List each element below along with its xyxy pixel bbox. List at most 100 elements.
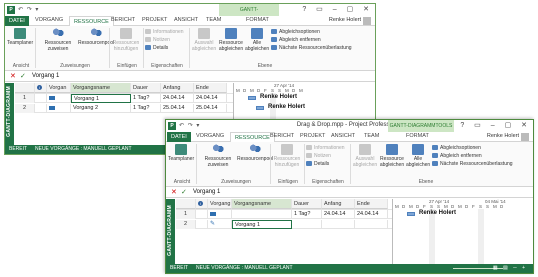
finish-cell[interactable]: 24.04.14 xyxy=(194,94,227,103)
task-name-cell[interactable]: Vorgang 2 xyxy=(71,104,131,113)
tab-datei[interactable]: DATEI xyxy=(167,132,191,142)
tab-format[interactable]: FORMAT xyxy=(246,17,269,23)
duration-cell[interactable]: 1 Tag? xyxy=(131,94,161,103)
info-column-header[interactable]: i xyxy=(196,199,208,209)
ressource-abgleichen-button[interactable]: Ressource abgleichen xyxy=(378,144,406,168)
select-all-cell[interactable] xyxy=(15,83,35,93)
table-row[interactable]: 1 Vorgang 1 1 Tag? 24.04.14 24.04.14 xyxy=(15,94,240,103)
abgleich-entfernen-button[interactable]: Abgleich entfernen xyxy=(432,153,482,160)
abgleichsoptionen-button[interactable]: Abgleichsoptionen xyxy=(271,29,320,36)
column-header-name[interactable]: Vorgangsname xyxy=(71,83,131,93)
duration-cell[interactable] xyxy=(292,220,322,229)
column-header-modus[interactable]: Vorgang xyxy=(208,199,232,209)
gantt-task-bar[interactable] xyxy=(256,106,264,110)
cancel-entry-icon[interactable]: ✕ xyxy=(171,188,177,196)
quick-access-toolbar[interactable]: ↶ ↷ ▾ xyxy=(18,6,39,13)
auswahl-abgleichen-button[interactable]: Auswahl abgleichen xyxy=(191,28,217,52)
duration-cell[interactable]: 1 Tag? xyxy=(131,104,161,113)
tab-datei[interactable]: DATEI xyxy=(5,16,29,26)
view-bar[interactable]: GANTT-DIAGRAMM xyxy=(5,83,14,145)
table-row[interactable]: 2 ✎ Vorgang 1 xyxy=(176,220,398,229)
task-mode-cell[interactable] xyxy=(47,94,71,103)
teamplaner-button[interactable]: Teamplaner xyxy=(168,144,194,162)
ressourcen-zuweisen-button[interactable]: Ressourcen zuweisen xyxy=(38,28,78,52)
avatar[interactable] xyxy=(521,133,529,141)
tab-vorgang[interactable]: VORGANG xyxy=(196,133,224,139)
tab-ansicht[interactable]: ANSICHT xyxy=(331,133,355,139)
gantt-chart[interactable]: 27 Apr '14 04 Mai '14 M D M D F S S M D … xyxy=(392,199,533,266)
table-row[interactable]: 2 Vorgang 2 1 Tag? 25.04.14 25.04.14 xyxy=(15,104,240,113)
gantt-task-bar[interactable] xyxy=(248,96,256,100)
column-header-dauer[interactable]: Dauer xyxy=(131,83,161,93)
finish-cell[interactable]: 25.04.14 xyxy=(194,104,227,113)
tab-team[interactable]: TEAM xyxy=(206,17,221,23)
row-number[interactable]: 2 xyxy=(15,104,35,113)
tab-bericht[interactable]: BERICHT xyxy=(111,17,135,23)
abgleich-entfernen-button[interactable]: Abgleich entfernen xyxy=(271,37,321,44)
column-header-ende[interactable]: Ende xyxy=(194,83,227,93)
row-number[interactable]: 1 xyxy=(176,210,196,219)
view-shortcuts[interactable]: ▦ ▤ ─ + xyxy=(493,264,527,273)
column-header-name[interactable]: Vorgangsname xyxy=(232,199,292,209)
task-mode-cell[interactable]: ✎ xyxy=(208,220,232,229)
details-button[interactable]: Details xyxy=(306,161,329,168)
confirm-entry-icon[interactable]: ✓ xyxy=(181,188,187,196)
start-cell[interactable]: 24.04.14 xyxy=(322,210,355,219)
task-name-cell[interactable]: Vorgang 1 xyxy=(232,220,292,229)
alle-abgleichen-button[interactable]: Alle abgleichen xyxy=(406,144,430,168)
entry-field[interactable]: Vorgang 1 xyxy=(193,189,220,195)
auswahl-abgleichen-button[interactable]: Auswahl abgleichen xyxy=(352,144,378,168)
view-bar[interactable]: GANTT-DIAGRAMM xyxy=(166,199,175,264)
row-number[interactable]: 1 xyxy=(15,94,35,103)
task-name-cell[interactable]: Vorgang 1 xyxy=(71,94,131,103)
tab-bericht[interactable]: BERICHT xyxy=(270,133,294,139)
informationen-button[interactable]: Informationen xyxy=(145,29,184,36)
task-mode-cell[interactable] xyxy=(208,210,232,219)
notizen-button[interactable]: Notizen xyxy=(306,153,331,160)
status-task-mode[interactable]: NEUE VORGÄNGE : MANUELL GEPLANT xyxy=(196,264,293,273)
table-row[interactable]: 1 1 Tag? 24.04.14 24.04.14 xyxy=(176,210,398,219)
informationen-button[interactable]: Informationen xyxy=(306,145,345,152)
entry-field[interactable]: Vorgang 1 xyxy=(32,73,59,79)
finish-cell[interactable] xyxy=(355,220,388,229)
ressourcen-hinzufuegen-button[interactable]: Ressourcen hinzufügen xyxy=(111,28,141,52)
gantt-task-bar[interactable] xyxy=(407,212,415,216)
tab-vorgang[interactable]: VORGANG xyxy=(35,17,63,23)
user-name[interactable]: Renke Holert xyxy=(487,133,519,139)
abgleichsoptionen-button[interactable]: Abgleichsoptionen xyxy=(432,145,481,152)
status-task-mode[interactable]: NEUE VORGÄNGE : MANUELL GEPLANT xyxy=(35,145,132,154)
column-header-anfang[interactable]: Anfang xyxy=(161,83,194,93)
naechste-ueberlastung-button[interactable]: Nächste Ressourcenüberlastung xyxy=(271,45,352,52)
task-mode-cell[interactable] xyxy=(47,104,71,113)
info-column-header[interactable]: i xyxy=(35,83,47,93)
start-cell[interactable]: 24.04.14 xyxy=(161,94,194,103)
tab-projekt[interactable]: PROJEKT xyxy=(300,133,325,139)
finish-cell[interactable]: 24.04.14 xyxy=(355,210,388,219)
column-header-anfang[interactable]: Anfang xyxy=(322,199,355,209)
tab-format[interactable]: FORMAT xyxy=(406,133,429,139)
avatar[interactable] xyxy=(363,17,371,25)
user-name[interactable]: Renke Holert xyxy=(329,17,361,23)
alle-abgleichen-button[interactable]: Alle abgleichen xyxy=(245,28,269,52)
teamplaner-button[interactable]: Teamplaner xyxy=(7,28,33,46)
window-controls[interactable]: ? ▭ – ▢ ✕ xyxy=(302,5,373,13)
ressource-abgleichen-button[interactable]: Ressource abgleichen xyxy=(217,28,245,52)
column-header-modus[interactable]: Vorgan xyxy=(47,83,71,93)
row-number[interactable]: 2 xyxy=(176,220,196,229)
confirm-entry-icon[interactable]: ✓ xyxy=(20,72,26,80)
column-header-ende[interactable]: Ende xyxy=(355,199,388,209)
start-cell[interactable] xyxy=(322,220,355,229)
duration-cell[interactable]: 1 Tag? xyxy=(292,210,322,219)
column-header-dauer[interactable]: Dauer xyxy=(292,199,322,209)
ressourcen-hinzufuegen-button[interactable]: Ressourcen hinzufügen xyxy=(272,144,302,168)
ressourcenpool-button[interactable]: Ressourcenpool xyxy=(237,144,273,162)
naechste-ueberlastung-button[interactable]: Nächste Ressourcenüberlastung xyxy=(432,161,513,168)
task-name-cell[interactable] xyxy=(232,210,292,219)
start-cell[interactable]: 25.04.14 xyxy=(161,104,194,113)
tab-team[interactable]: TEAM xyxy=(364,133,379,139)
tab-projekt[interactable]: PROJEKT xyxy=(142,17,167,23)
ressourcen-zuweisen-button[interactable]: Ressourcen zuweisen xyxy=(199,144,237,168)
details-button[interactable]: Details xyxy=(145,45,168,52)
cancel-entry-icon[interactable]: ✕ xyxy=(10,72,16,80)
tab-ansicht[interactable]: ANSICHT xyxy=(174,17,198,23)
